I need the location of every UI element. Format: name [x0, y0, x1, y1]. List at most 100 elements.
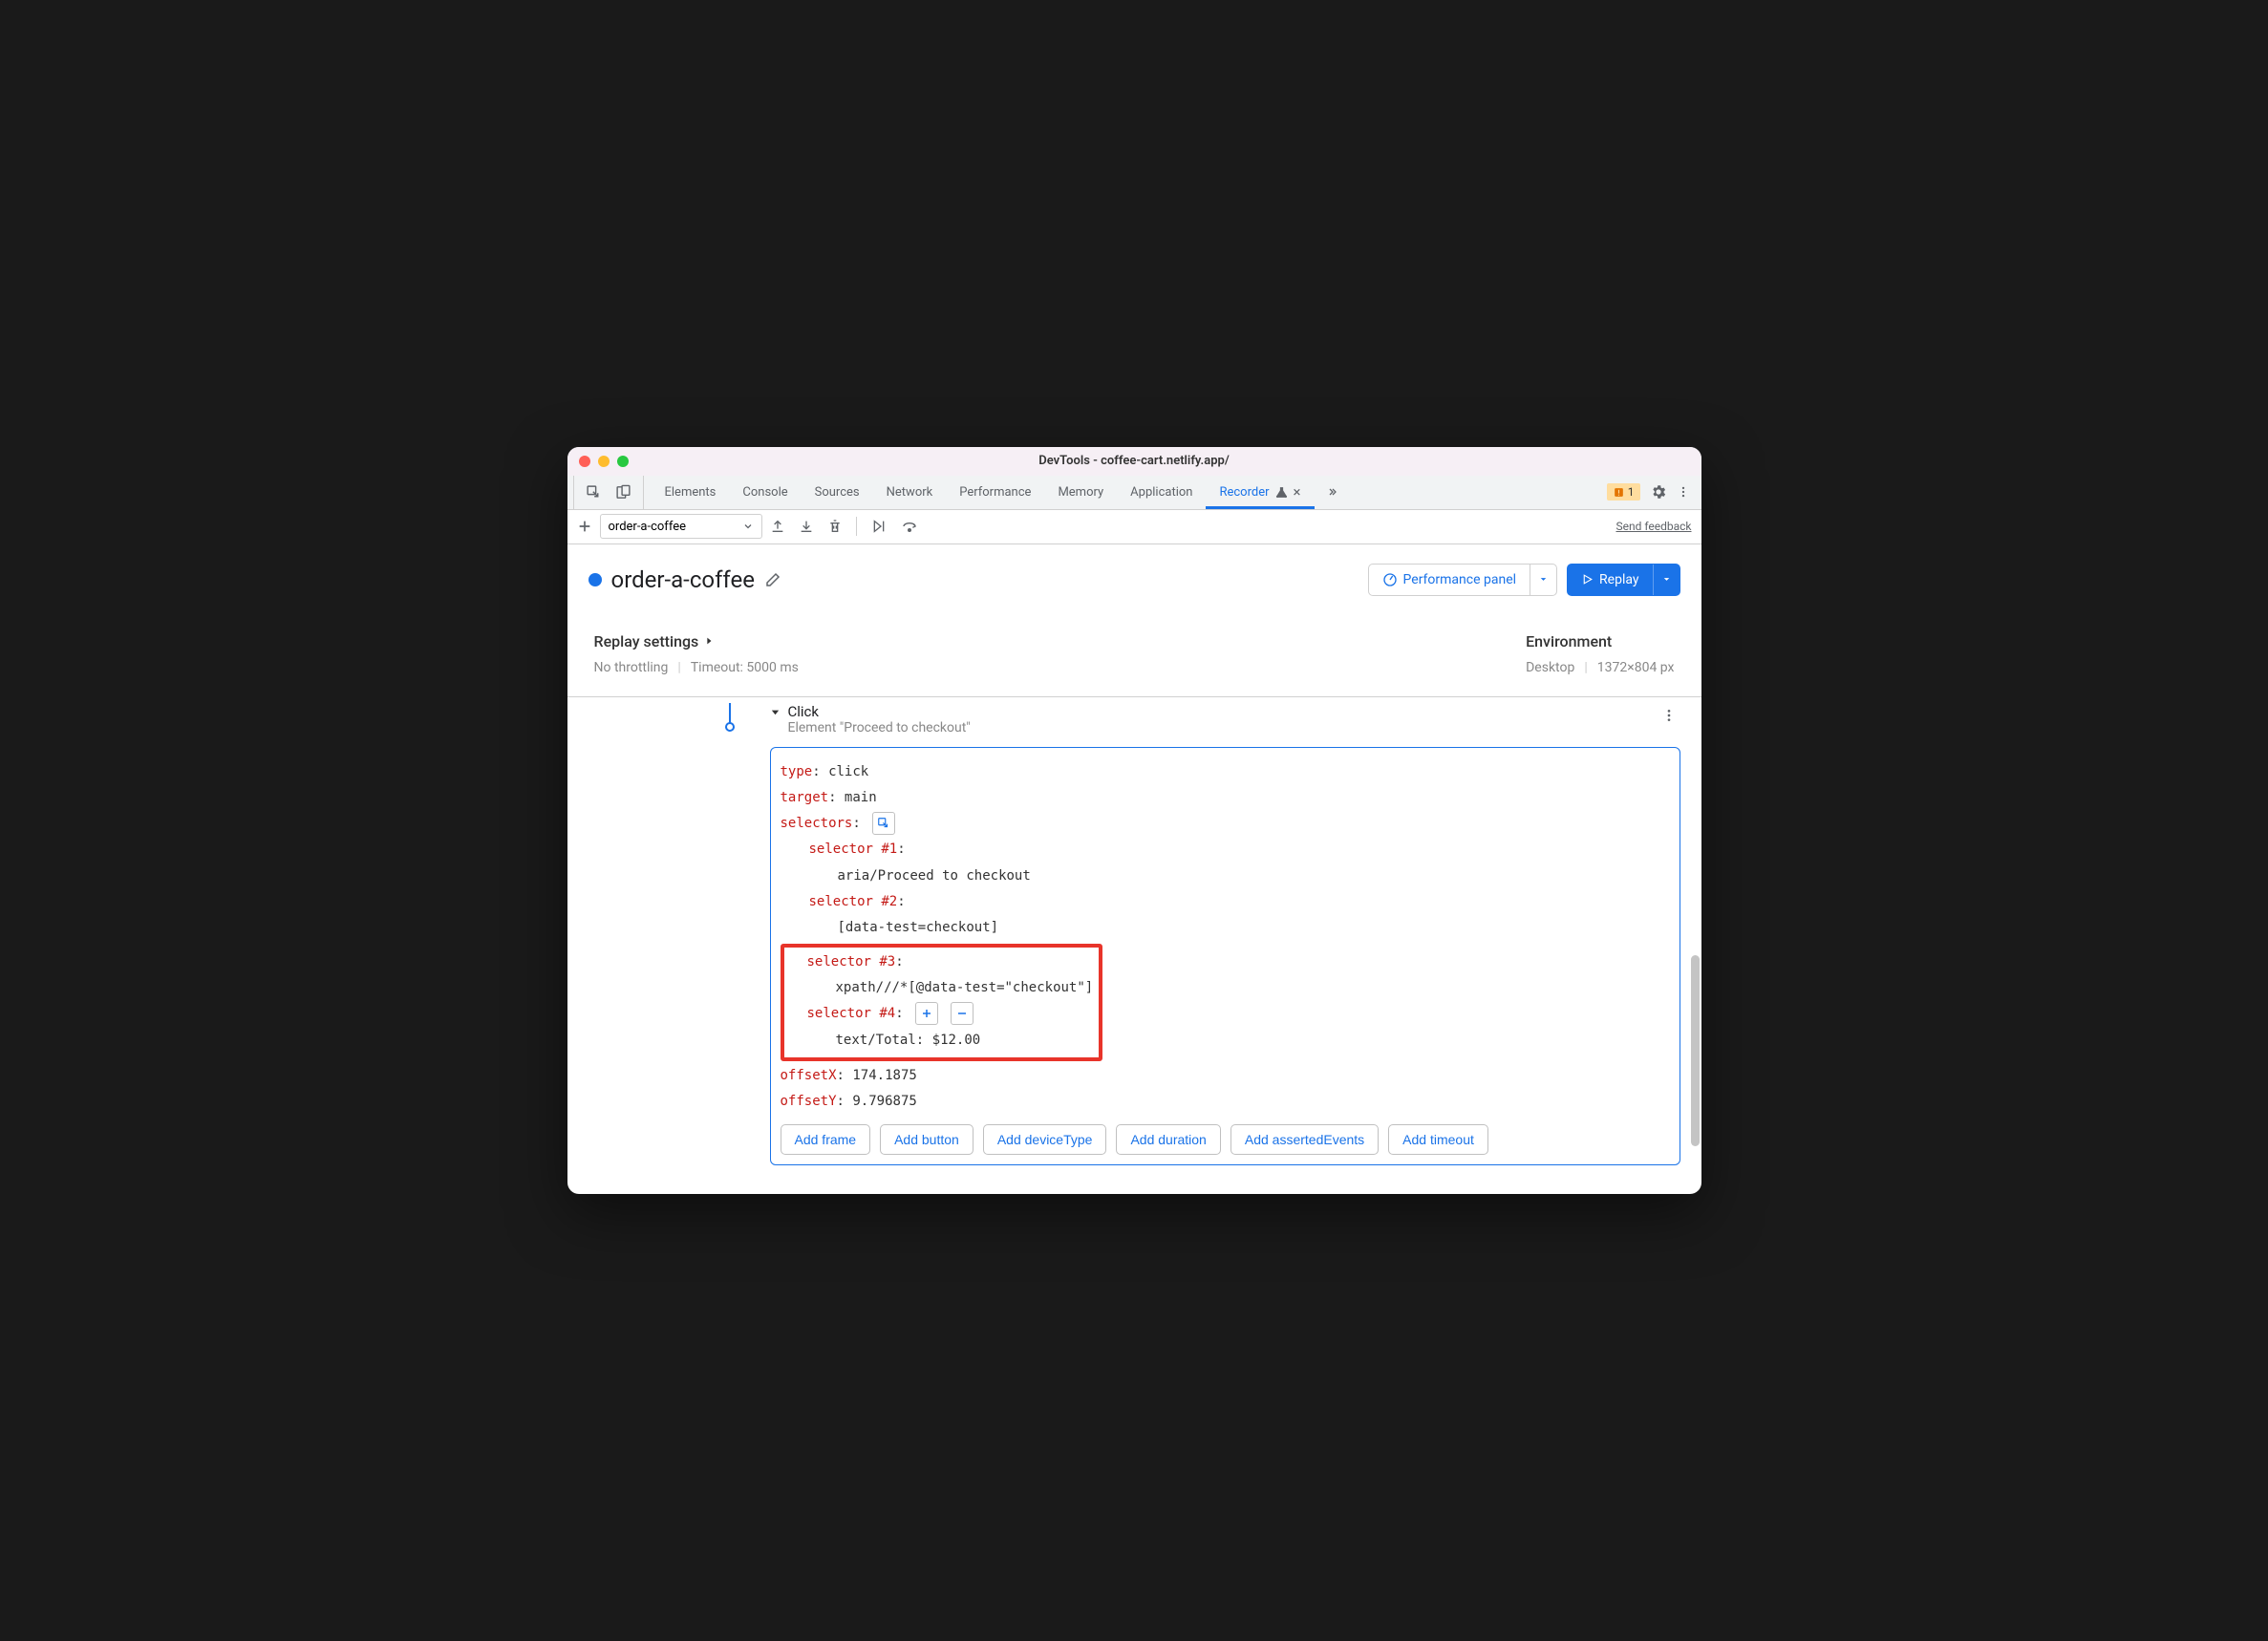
replay-settings-title[interactable]: Replay settings — [594, 632, 1527, 650]
add-timeout-button[interactable]: Add timeout — [1388, 1124, 1488, 1155]
selector-4-key[interactable]: selector #4: — [790, 1001, 1094, 1027]
meta-separator: | — [1584, 660, 1587, 675]
maximize-window-button[interactable] — [617, 456, 629, 467]
flask-icon — [1275, 486, 1288, 499]
recorder-toolbar: order-a-coffee Send feedback — [567, 510, 1701, 544]
devtools-window: DevTools - coffee-cart.netlify.app/ Elem… — [567, 447, 1701, 1195]
chevron-down-icon — [742, 521, 754, 532]
add-devicetype-button[interactable]: Add deviceType — [983, 1124, 1107, 1155]
replay-label: Replay — [1599, 572, 1638, 587]
step-subtitle: Element "Proceed to checkout" — [788, 720, 971, 735]
replay-settings-meta: No throttling | Timeout: 5000 ms — [594, 660, 1527, 675]
titlebar: DevTools - coffee-cart.netlify.app/ — [567, 447, 1701, 476]
tab-elements[interactable]: Elements — [652, 476, 730, 509]
timeout-value: Timeout: 5000 ms — [691, 660, 799, 675]
step-over-icon[interactable] — [901, 519, 918, 534]
tabbar-left-icons — [573, 476, 644, 509]
step-header[interactable]: Click Element "Proceed to checkout" — [770, 703, 1680, 735]
timeline — [588, 703, 770, 1166]
add-duration-button[interactable]: Add duration — [1116, 1124, 1220, 1155]
env-dimensions: 1372×804 px — [1597, 660, 1675, 675]
step-row-type[interactable]: type: click — [781, 759, 1670, 785]
tab-recorder[interactable]: Recorder × — [1206, 476, 1314, 509]
inspect-icon[interactable] — [586, 484, 602, 501]
meta-separator: | — [677, 660, 680, 675]
traffic-lights — [579, 456, 629, 467]
recording-title: order-a-coffee — [611, 566, 755, 593]
replay-settings: Replay settings No throttling | Timeout:… — [594, 632, 1527, 675]
selector-3-value[interactable]: xpath///*[@data-test="checkout"] — [790, 975, 1094, 1001]
step-menu-button[interactable] — [1658, 703, 1680, 728]
divider — [856, 517, 857, 536]
header-actions: Performance panel Replay — [1368, 564, 1680, 596]
throttling-value: No throttling — [594, 660, 669, 675]
selector-4-value[interactable]: text/Total: $12.00 — [790, 1028, 1094, 1054]
add-recording-icon[interactable] — [577, 519, 592, 534]
timeline-dot — [725, 722, 735, 732]
tabbar-right: 1 — [1607, 483, 1696, 501]
replay-button[interactable]: Replay — [1567, 564, 1680, 596]
send-feedback-link[interactable]: Send feedback — [1615, 520, 1691, 533]
chevron-down-icon — [770, 707, 781, 717]
selector-1-key[interactable]: selector #1: — [781, 837, 1670, 863]
replay-settings-label: Replay settings — [594, 632, 699, 650]
close-tab-icon[interactable]: × — [1294, 483, 1301, 501]
device-toggle-icon[interactable] — [615, 484, 631, 501]
step-row-target[interactable]: target: main — [781, 785, 1670, 811]
kebab-menu-icon[interactable] — [1677, 483, 1690, 501]
edit-title-icon[interactable] — [764, 571, 781, 588]
step-details-box: type: click target: main selectors: sele… — [770, 747, 1680, 1166]
tab-sources[interactable]: Sources — [802, 476, 873, 509]
selector-3-key[interactable]: selector #3: — [790, 949, 1094, 975]
tab-performance[interactable]: Performance — [946, 476, 1044, 509]
close-window-button[interactable] — [579, 456, 590, 467]
export-icon[interactable] — [770, 519, 785, 534]
gauge-icon — [1382, 572, 1398, 587]
window-title: DevTools - coffee-cart.netlify.app/ — [1038, 454, 1230, 468]
step-row-offsetx[interactable]: offsetX: 174.1875 — [781, 1063, 1670, 1089]
chevron-right-icon — [704, 635, 714, 647]
timeline-line — [729, 703, 731, 724]
tab-console[interactable]: Console — [729, 476, 801, 509]
performance-panel-main[interactable]: Performance panel — [1369, 565, 1530, 595]
performance-panel-dropdown[interactable] — [1530, 565, 1556, 595]
recording-select-value: order-a-coffee — [609, 520, 686, 534]
recording-select[interactable]: order-a-coffee — [600, 514, 762, 539]
step-row-offsety[interactable]: offsetY: 9.796875 — [781, 1089, 1670, 1115]
warning-count: 1 — [1628, 485, 1635, 499]
env-device: Desktop — [1526, 660, 1574, 675]
environment-settings: Environment Desktop | 1372×804 px — [1526, 632, 1674, 675]
step-title: Click — [788, 703, 971, 720]
add-selector-button[interactable] — [915, 1002, 938, 1025]
tab-network[interactable]: Network — [873, 476, 947, 509]
import-icon[interactable] — [799, 519, 814, 534]
warning-badge[interactable]: 1 — [1607, 483, 1640, 501]
replay-main[interactable]: Replay — [1568, 565, 1652, 595]
more-tabs-button[interactable] — [1315, 476, 1349, 509]
tab-recorder-label: Recorder — [1219, 485, 1269, 500]
selector-2-value[interactable]: [data-test=checkout] — [781, 915, 1670, 941]
selector-1-value[interactable]: aria/Proceed to checkout — [781, 863, 1670, 889]
step-area: Click Element "Proceed to checkout" type… — [567, 697, 1701, 1195]
add-assertedevents-button[interactable]: Add assertedEvents — [1230, 1124, 1379, 1155]
tab-memory[interactable]: Memory — [1044, 476, 1117, 509]
environment-title: Environment — [1526, 632, 1674, 650]
element-picker-button[interactable] — [872, 812, 895, 835]
performance-panel-button[interactable]: Performance panel — [1368, 564, 1558, 596]
step-content: Click Element "Proceed to checkout" type… — [770, 703, 1680, 1166]
tab-application[interactable]: Application — [1117, 476, 1206, 509]
scrollbar-thumb[interactable] — [1691, 955, 1700, 1146]
tabbar: Elements Console Sources Network Perform… — [567, 476, 1701, 510]
settings-row: Replay settings No throttling | Timeout:… — [567, 615, 1701, 697]
panel-tabs: Elements Console Sources Network Perform… — [652, 476, 1349, 509]
delete-icon[interactable] — [827, 519, 843, 534]
add-frame-button[interactable]: Add frame — [781, 1124, 871, 1155]
selector-2-key[interactable]: selector #2: — [781, 889, 1670, 915]
replay-dropdown[interactable] — [1653, 565, 1680, 595]
add-button-button[interactable]: Add button — [880, 1124, 974, 1155]
minimize-window-button[interactable] — [598, 456, 610, 467]
play-step-icon[interactable] — [870, 519, 888, 534]
remove-selector-button[interactable] — [951, 1002, 974, 1025]
step-row-selectors[interactable]: selectors: — [781, 811, 1670, 837]
settings-icon[interactable] — [1650, 483, 1667, 501]
